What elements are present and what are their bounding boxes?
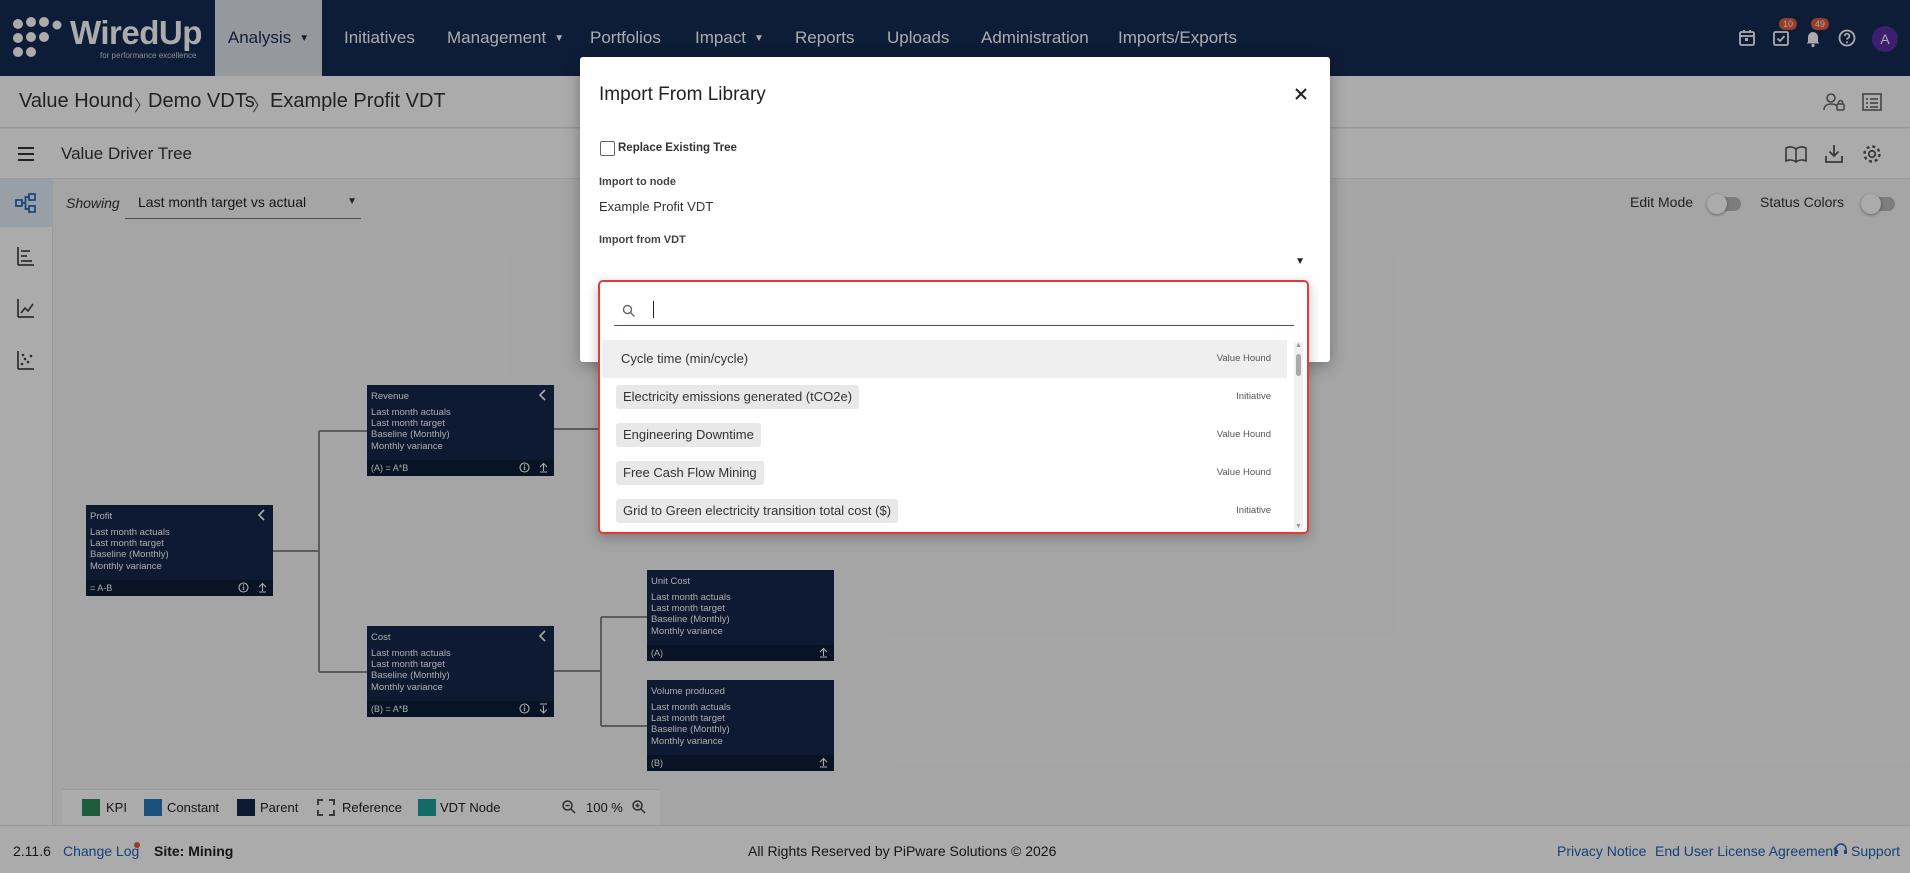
option-name: Grid to Green electricity transition tot…	[616, 499, 899, 523]
option-source: Value Hound	[1216, 467, 1271, 478]
list-item[interactable]: Cycle time (min/cycle) Value Hound	[602, 340, 1287, 378]
scroll-up-arrow-icon[interactable]: ▲	[1295, 342, 1302, 349]
option-source: Value Hound	[1216, 429, 1271, 440]
scroll-down-arrow-icon[interactable]: ▼	[1295, 523, 1302, 530]
import-from-label: Import from VDT	[599, 234, 686, 246]
search-input[interactable]	[652, 300, 1272, 320]
option-source: Value Hound	[1216, 353, 1271, 364]
import-to-label: Import to node	[599, 176, 676, 188]
search-box[interactable]	[614, 294, 1294, 326]
option-name: Free Cash Flow Mining	[616, 461, 764, 485]
option-name: Electricity emissions generated (tCO2e)	[616, 385, 860, 409]
list-item[interactable]: Engineering Downtime Value Hound	[602, 416, 1287, 454]
vdt-select-dropdown: Cycle time (min/cycle) Value Hound Elect…	[598, 280, 1309, 534]
text-cursor	[653, 301, 654, 318]
close-icon[interactable]	[1293, 86, 1309, 102]
option-source: Initiative	[1236, 505, 1271, 516]
import-from-select[interactable]: ▼	[599, 253, 1311, 273]
list-item[interactable]: Electricity emissions generated (tCO2e) …	[602, 378, 1287, 416]
option-source: Initiative	[1236, 391, 1271, 402]
option-name: Engineering Downtime	[616, 423, 761, 447]
import-to-value: Example Profit VDT	[599, 199, 714, 214]
replace-existing-checkbox[interactable]	[600, 141, 615, 156]
replace-existing-label: Replace Existing Tree	[618, 142, 737, 154]
scrollbar-thumb[interactable]	[1296, 354, 1301, 376]
search-icon	[622, 304, 635, 317]
option-name: Cycle time (min/cycle)	[621, 351, 749, 366]
list-item[interactable]: Free Cash Flow Mining Value Hound	[602, 454, 1287, 492]
scrollbar[interactable]: ▲ ▼	[1294, 342, 1303, 530]
dialog-title: Import From Library	[599, 84, 766, 105]
chevron-down-icon: ▼	[1295, 256, 1305, 267]
list-item[interactable]: Grid to Green electricity transition tot…	[602, 492, 1287, 530]
